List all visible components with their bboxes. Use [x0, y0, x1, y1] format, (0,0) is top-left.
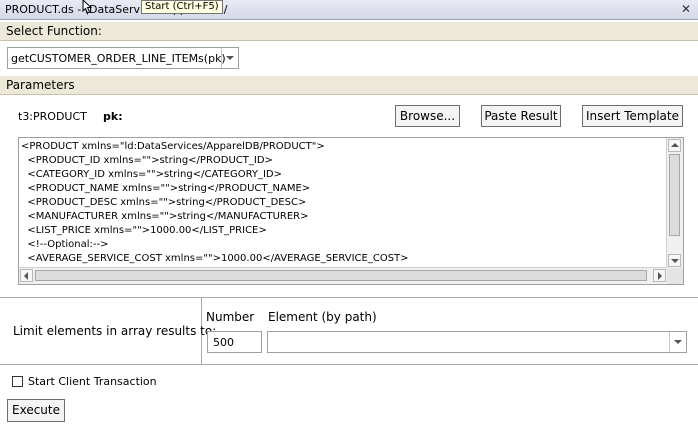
- xml-line: <PRODUCT xmlns="ld:DataServices/ApparelD…: [21, 141, 325, 152]
- parameters-header: Parameters: [0, 76, 698, 95]
- browse-button[interactable]: Browse...: [395, 105, 460, 127]
- element-path-dropdown[interactable]: [267, 331, 687, 353]
- xml-line: <PRODUCT_DESC xmlns="">string</PRODUCT_D…: [21, 197, 307, 208]
- function-dropdown-value: getCUSTOMER_ORDER_LINE_ITEMs(pk): [11, 52, 226, 65]
- scroll-down-icon[interactable]: [668, 254, 681, 267]
- param-type: t3:PRODUCT: [18, 110, 87, 123]
- horizontal-scrollbar[interactable]: [19, 267, 667, 284]
- param-name: pk:: [103, 110, 123, 123]
- xml-line: <PRODUCT_ID xmlns="">string</PRODUCT_ID>: [21, 155, 273, 166]
- scroll-corner: [667, 268, 683, 284]
- chevron-down-icon[interactable]: [669, 332, 686, 352]
- function-dropdown[interactable]: getCUSTOMER_ORDER_LINE_ITEMs(pk): [7, 47, 239, 69]
- parameter-xml-editor[interactable]: <PRODUCT xmlns="ld:DataServices/ApparelD…: [18, 137, 684, 285]
- parameters-label: Parameters: [6, 78, 75, 92]
- xml-line: <!--Optional:-->: [21, 239, 109, 250]
- element-header: Element (by path): [268, 310, 377, 324]
- xml-line: <MANUFACTURER xmlns="">string</MANUFACTU…: [21, 211, 309, 222]
- divider: [0, 364, 698, 365]
- mouse-cursor-icon: [82, 0, 93, 14]
- number-input[interactable]: 500: [207, 331, 262, 353]
- start-client-transaction-checkbox[interactable]: [12, 376, 23, 387]
- number-header: Number: [206, 310, 255, 324]
- start-tooltip: Start (Ctrl+F5): [141, 0, 223, 14]
- xml-line: <CATEGORY_ID xmlns="">string</CATEGORY_I…: [21, 169, 283, 180]
- xml-line: <LIST_PRICE xmlns="">1000.00</LIST_PRICE…: [21, 225, 267, 236]
- chevron-down-icon[interactable]: [221, 48, 238, 68]
- select-function-label: Select Function:: [6, 24, 102, 38]
- scroll-right-icon[interactable]: [653, 269, 666, 282]
- scroll-left-icon[interactable]: [20, 269, 33, 282]
- horizontal-scroll-thumb[interactable]: [35, 270, 647, 281]
- close-icon[interactable]: ✕: [681, 3, 691, 15]
- scroll-up-icon[interactable]: [668, 139, 681, 152]
- start-client-transaction-label: Start Client Transaction: [28, 375, 157, 388]
- limit-label: Limit elements in array results to:: [13, 324, 217, 338]
- vertical-scroll-thumb[interactable]: [669, 154, 680, 236]
- execute-button[interactable]: Execute: [7, 399, 65, 422]
- number-input-value: 500: [213, 336, 234, 349]
- insert-template-button[interactable]: Insert Template: [582, 105, 683, 127]
- xml-line: <AVERAGE_SERVICE_COST xmlns="">1000.00</…: [21, 253, 409, 264]
- xml-line: <PRODUCT_NAME xmlns="">string</PRODUCT_N…: [21, 183, 311, 194]
- paste-result-button[interactable]: Paste Result: [481, 105, 561, 127]
- vertical-scrollbar[interactable]: [666, 138, 683, 268]
- xml-content[interactable]: <PRODUCT xmlns="ld:DataServices/ApparelD…: [21, 140, 665, 268]
- select-function-header: Select Function:: [0, 22, 698, 41]
- divider: [0, 297, 698, 298]
